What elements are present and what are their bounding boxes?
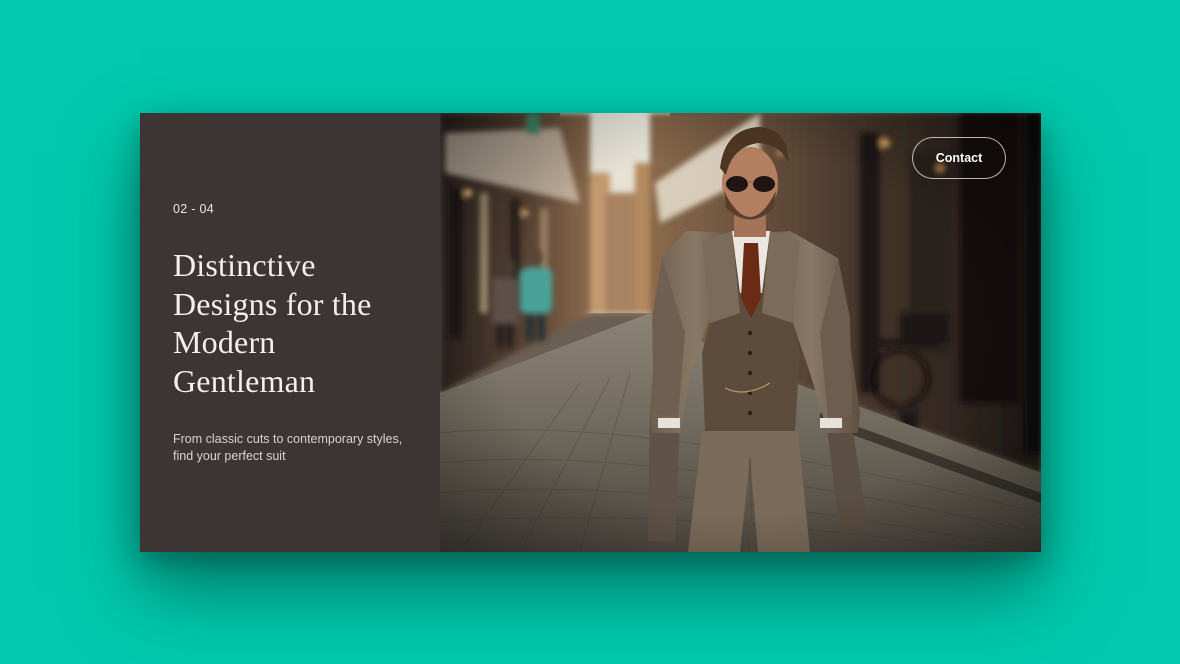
contact-button[interactable]: Contact bbox=[912, 137, 1006, 179]
hero-card: s. 02 - 04 Distinctive Designs for the M… bbox=[140, 113, 1041, 552]
hero-subtext: From classic cuts to contemporary styles… bbox=[173, 432, 403, 463]
text-panel: s. 02 - 04 Distinctive Designs for the M… bbox=[140, 113, 440, 552]
hero-headline: Distinctive Designs for the Modern Gentl… bbox=[173, 247, 372, 399]
slide-counter: 02 - 04 bbox=[173, 202, 215, 216]
hero-image-panel: Contact bbox=[440, 113, 1041, 552]
